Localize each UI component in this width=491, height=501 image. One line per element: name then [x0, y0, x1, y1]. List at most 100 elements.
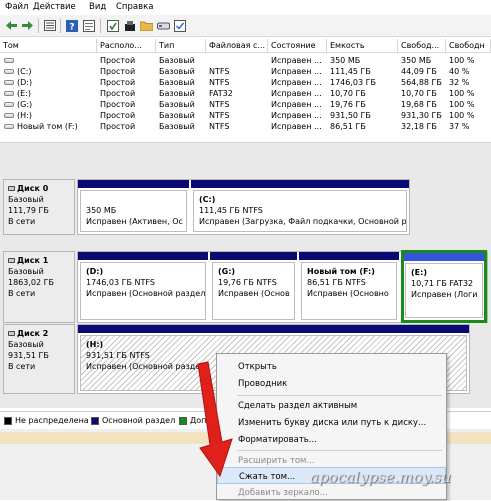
- column-header-filesystem[interactable]: Файловая с...: [206, 39, 268, 53]
- legend-swatch-primary: [91, 417, 99, 425]
- cell-free-space: 32,18 ГБ: [401, 122, 437, 131]
- column-header-percent-free[interactable]: Свободн: [446, 39, 491, 53]
- cell-capacity: 931,50 ГБ: [330, 111, 371, 120]
- partition-bar: [78, 252, 208, 260]
- disk-icon[interactable]: [156, 18, 171, 33]
- menu-item-format[interactable]: Форматировать...: [217, 431, 446, 448]
- legend-primary: Основной раздел: [102, 416, 176, 425]
- cell-volume: (C:): [17, 67, 32, 76]
- cell-filesystem: [206, 55, 268, 66]
- folder-icon[interactable]: [139, 18, 154, 33]
- cell-layout: Простой: [100, 78, 136, 87]
- table-row[interactable]: Новый том (F:) Простой Базовый NTFS Испр…: [0, 121, 491, 132]
- menu-item-mark-active[interactable]: Сделать раздел активным: [217, 397, 446, 414]
- cell-volume: [14, 55, 97, 66]
- cell-capacity: 19,76 ГБ: [330, 100, 366, 109]
- column-header-type[interactable]: Тип: [156, 39, 206, 53]
- partition-title: Новый том (F:): [307, 267, 375, 276]
- table-row[interactable]: (D:) Простой Базовый NTFS Исправен ... 1…: [0, 77, 491, 88]
- cell-free-space: 44,09 ГБ: [401, 67, 437, 76]
- disk-2-name: Диск 2: [8, 328, 74, 339]
- partition-g[interactable]: (G:) 19,76 ГБ NTFS Исправен (Основ: [210, 252, 297, 322]
- table-row[interactable]: (H:) Простой Базовый NTFS Исправен ... 9…: [0, 110, 491, 121]
- partition-e-selected[interactable]: (E:) 10,71 ГБ FAT32 Исправен (Логи: [401, 250, 487, 323]
- table-row[interactable]: (G:) Простой Базовый NTFS Исправен ... 1…: [0, 99, 491, 110]
- menu-action[interactable]: Действие: [33, 2, 76, 12]
- refresh-icon[interactable]: [105, 18, 120, 33]
- menu-view[interactable]: Вид: [89, 2, 106, 12]
- cell-status: Исправен ...: [271, 111, 322, 120]
- cell-volume: (H:): [17, 111, 32, 120]
- partition-c[interactable]: (C:) 111,45 ГБ NTFS Исправен (Загрузка, …: [191, 180, 409, 234]
- partition-size: 10,71 ГБ FAT32: [411, 279, 474, 288]
- volume-list: Том Располо... Тип Файловая с... Состоян…: [0, 39, 491, 143]
- cell-volume: (D:): [17, 78, 33, 87]
- cell-type: Базовый: [159, 122, 195, 131]
- disk-drive-icon: [8, 258, 15, 263]
- cell-free-space: 931,30 ГБ: [401, 111, 442, 120]
- column-header-volume[interactable]: Том: [0, 39, 97, 53]
- settings-icon[interactable]: [122, 18, 137, 33]
- partition-f[interactable]: Новый том (F:) 86,51 ГБ NTFS Исправен (О…: [299, 252, 399, 322]
- drive-icon: [4, 102, 14, 107]
- list-view-icon[interactable]: [42, 18, 57, 33]
- back-icon[interactable]: [4, 18, 19, 33]
- forward-icon[interactable]: [20, 18, 35, 33]
- partition-bar: [191, 180, 409, 188]
- disk-0-label[interactable]: Диск 0 Базовый 111,79 ГБ В сети: [3, 179, 75, 235]
- disk-1-label[interactable]: Диск 1 Базовый 1863,02 ГБ В сети: [3, 251, 75, 323]
- annotation-arrow-icon: [197, 361, 233, 478]
- cell-type: Базовый: [159, 111, 195, 120]
- drive-icon: [4, 58, 14, 63]
- disk-2-label[interactable]: Диск 2 Базовый 931,51 ГБ В сети: [3, 324, 75, 394]
- drive-icon: [4, 91, 14, 96]
- partition-status: Исправен (Загрузка, Файл подкачки, Основ…: [199, 217, 407, 226]
- disk-0-name: Диск 0: [8, 183, 74, 194]
- disk-drive-icon: [8, 186, 15, 191]
- partition-body: Новый том (F:) 86,51 ГБ NTFS Исправен (О…: [301, 262, 397, 320]
- cell-type: Базовый: [159, 56, 195, 65]
- column-header-capacity[interactable]: Емкость: [327, 39, 398, 53]
- column-header-free-space[interactable]: Свобод...: [398, 39, 446, 53]
- cell-filesystem: FAT32: [209, 89, 233, 98]
- cell-capacity: 350 МБ: [330, 56, 361, 65]
- drive-icon: [4, 113, 14, 118]
- cell-status: Исправен ...: [271, 67, 322, 76]
- menu-item-change-drive-letter[interactable]: Изменить букву диска или путь к диску...: [217, 414, 446, 431]
- watermark: apocalypse.moy.su: [310, 468, 451, 486]
- menu-help[interactable]: Справка: [116, 2, 153, 12]
- partition-title: (H:): [86, 340, 104, 349]
- cell-filesystem: NTFS: [209, 100, 230, 109]
- cell-type: Базовый: [159, 89, 195, 98]
- cell-percent-free: 100 %: [449, 89, 475, 98]
- partition-size: 19,76 ГБ NTFS: [218, 278, 277, 287]
- cell-percent-free: 37 %: [449, 122, 470, 131]
- partition-body: (D:) 1746,03 ГБ NTFS Исправен (Основной …: [80, 262, 206, 320]
- cell-percent-free: 100 %: [449, 111, 475, 120]
- toolbar-separator: [100, 19, 101, 33]
- column-header-status[interactable]: Состояние: [268, 39, 327, 53]
- table-row[interactable]: Простой Базовый Исправен ... 350 МБ 350 …: [0, 55, 491, 66]
- cell-volume: Новый том (F:): [17, 122, 78, 131]
- cell-type: Базовый: [159, 78, 195, 87]
- drive-icon: [4, 69, 14, 74]
- help-icon[interactable]: ?: [64, 18, 79, 33]
- partition-d[interactable]: (D:) 1746,03 ГБ NTFS Исправен (Основной …: [78, 252, 208, 322]
- cell-type: Базовый: [159, 67, 195, 76]
- cell-layout: Простой: [100, 111, 136, 120]
- table-row[interactable]: (C:) Простой Базовый NTFS Исправен ... 1…: [0, 66, 491, 77]
- menu-item-open[interactable]: Открыть: [217, 358, 446, 375]
- disk-2-status: В сети: [8, 362, 36, 371]
- column-header-layout[interactable]: Располо...: [97, 39, 156, 53]
- menu-file[interactable]: Файл: [5, 2, 28, 12]
- menu-item-explorer[interactable]: Проводник: [217, 375, 446, 392]
- table-row[interactable]: (E:) Простой Базовый FAT32 Исправен ... …: [0, 88, 491, 99]
- drive-icon: [4, 124, 14, 129]
- partition-system-reserved[interactable]: 350 МБ Исправен (Активен, Ос: [78, 180, 189, 234]
- legend-unallocated: Не распределена: [15, 416, 89, 425]
- properties-icon[interactable]: [81, 18, 96, 33]
- partition-bar: [210, 252, 297, 260]
- disk-1-type: Базовый: [8, 267, 44, 276]
- check-icon[interactable]: [172, 18, 187, 33]
- cell-percent-free: 32 %: [449, 78, 470, 87]
